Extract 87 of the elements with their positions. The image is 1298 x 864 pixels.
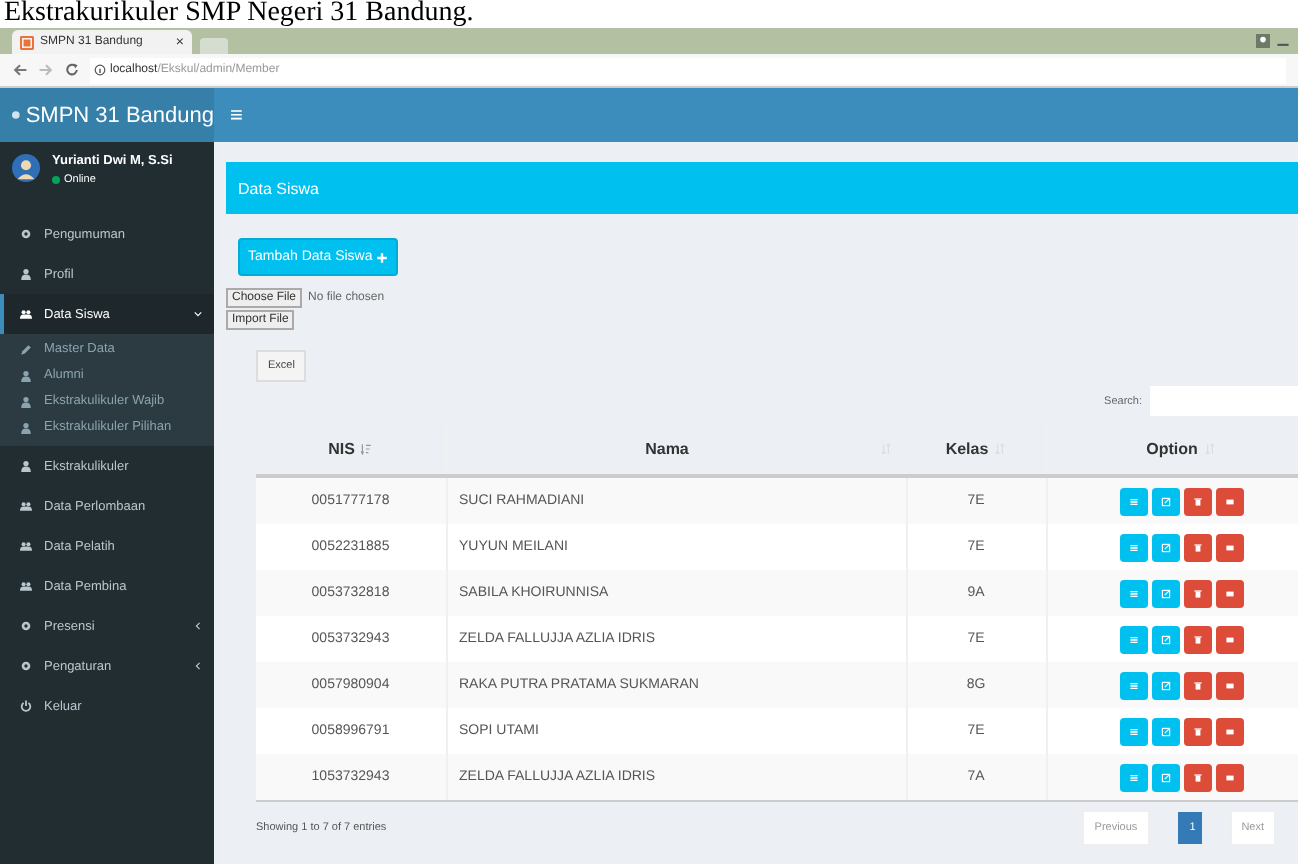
- list-button[interactable]: [1119, 671, 1147, 699]
- list-icon: [1127, 495, 1139, 507]
- plus-icon: [376, 251, 389, 263]
- list-button[interactable]: [1119, 487, 1147, 515]
- edit-icon: [1159, 771, 1171, 783]
- card-icon: [1223, 541, 1235, 553]
- gear-icon: [20, 620, 32, 632]
- power-icon: [20, 700, 32, 712]
- trash-icon: [1191, 679, 1203, 691]
- edit-button[interactable]: [1151, 579, 1179, 607]
- trash-icon: [1191, 587, 1203, 599]
- column-header[interactable]: Nama: [461, 439, 873, 457]
- card-button[interactable]: [1215, 717, 1243, 745]
- trash-icon: [1191, 495, 1203, 507]
- user-icon[interactable]: [1256, 34, 1270, 48]
- column-header[interactable]: Option: [1146, 439, 1198, 457]
- card-button[interactable]: [1215, 671, 1243, 699]
- brand-title: SMPN 31 Bandung: [25, 103, 214, 127]
- trash-icon: [1191, 725, 1203, 737]
- reload-icon[interactable]: [64, 62, 80, 78]
- person-icon: [20, 369, 32, 381]
- edit-icon: [1159, 725, 1171, 737]
- box-title: Data Siswa: [238, 179, 319, 197]
- edit-icon: [1159, 633, 1171, 645]
- card-button[interactable]: [1215, 763, 1243, 791]
- trash-icon: [1191, 633, 1203, 645]
- edit-icon: [1159, 679, 1171, 691]
- edit-button[interactable]: [1151, 625, 1179, 653]
- menu-toggle[interactable]: ≡: [230, 103, 243, 127]
- edit-button[interactable]: [1151, 487, 1179, 515]
- card-icon: [1223, 679, 1235, 691]
- info-icon: [94, 64, 106, 76]
- gear-icon: [20, 228, 32, 240]
- trash-button[interactable]: [1183, 487, 1211, 515]
- card-icon: [1223, 633, 1235, 645]
- edit-icon: [1159, 587, 1171, 599]
- avatar-icon: [12, 154, 40, 182]
- trash-button[interactable]: [1183, 579, 1211, 607]
- list-button[interactable]: [1119, 763, 1147, 791]
- column-header[interactable]: Kelas: [945, 439, 989, 457]
- card-button[interactable]: [1215, 625, 1243, 653]
- person-icon: [20, 268, 32, 280]
- list-icon: [1127, 633, 1139, 645]
- card-icon: [1223, 495, 1235, 507]
- group-icon: [20, 308, 32, 320]
- card-button[interactable]: [1215, 579, 1243, 607]
- trash-button[interactable]: [1183, 717, 1211, 745]
- trash-button[interactable]: [1183, 533, 1211, 561]
- list-icon: [1127, 725, 1139, 737]
- pencil-icon: [20, 343, 32, 355]
- list-icon: [1127, 771, 1139, 783]
- list-button[interactable]: [1119, 717, 1147, 745]
- back-arrow-icon[interactable]: [12, 62, 28, 78]
- trash-icon: [1191, 541, 1203, 553]
- caption-text: Ekstrakurikuler SMP Negeri 31 Bandung.: [2, 0, 476, 28]
- column-header[interactable]: NIS: [328, 439, 355, 457]
- edit-button[interactable]: [1151, 763, 1179, 791]
- card-icon: [1223, 587, 1235, 599]
- list-button[interactable]: [1119, 625, 1147, 653]
- list-icon: [1127, 587, 1139, 599]
- list-icon: [1127, 679, 1139, 691]
- group-icon: [20, 580, 32, 592]
- person-icon: [20, 421, 32, 433]
- person-icon: [20, 395, 32, 407]
- edit-button[interactable]: [1151, 533, 1179, 561]
- card-icon: [1223, 771, 1235, 783]
- list-button[interactable]: [1119, 579, 1147, 607]
- group-icon: [20, 540, 32, 552]
- list-icon: [1127, 541, 1139, 553]
- status-dot-icon: [52, 176, 60, 184]
- card-button[interactable]: [1215, 487, 1243, 515]
- card-icon: [1223, 725, 1235, 737]
- edit-button[interactable]: [1151, 717, 1179, 745]
- trash-button[interactable]: [1183, 625, 1211, 653]
- trash-button[interactable]: [1183, 763, 1211, 791]
- edit-button[interactable]: [1151, 671, 1179, 699]
- logo-icon: [12, 110, 20, 120]
- gear-icon: [20, 660, 32, 672]
- page-icon: [20, 35, 34, 49]
- card-button[interactable]: [1215, 533, 1243, 561]
- group-icon: [20, 500, 32, 512]
- trash-icon: [1191, 771, 1203, 783]
- person-icon: [20, 460, 32, 472]
- list-button[interactable]: [1119, 533, 1147, 561]
- edit-icon: [1159, 541, 1171, 553]
- edit-icon: [1159, 495, 1171, 507]
- trash-button[interactable]: [1183, 671, 1211, 699]
